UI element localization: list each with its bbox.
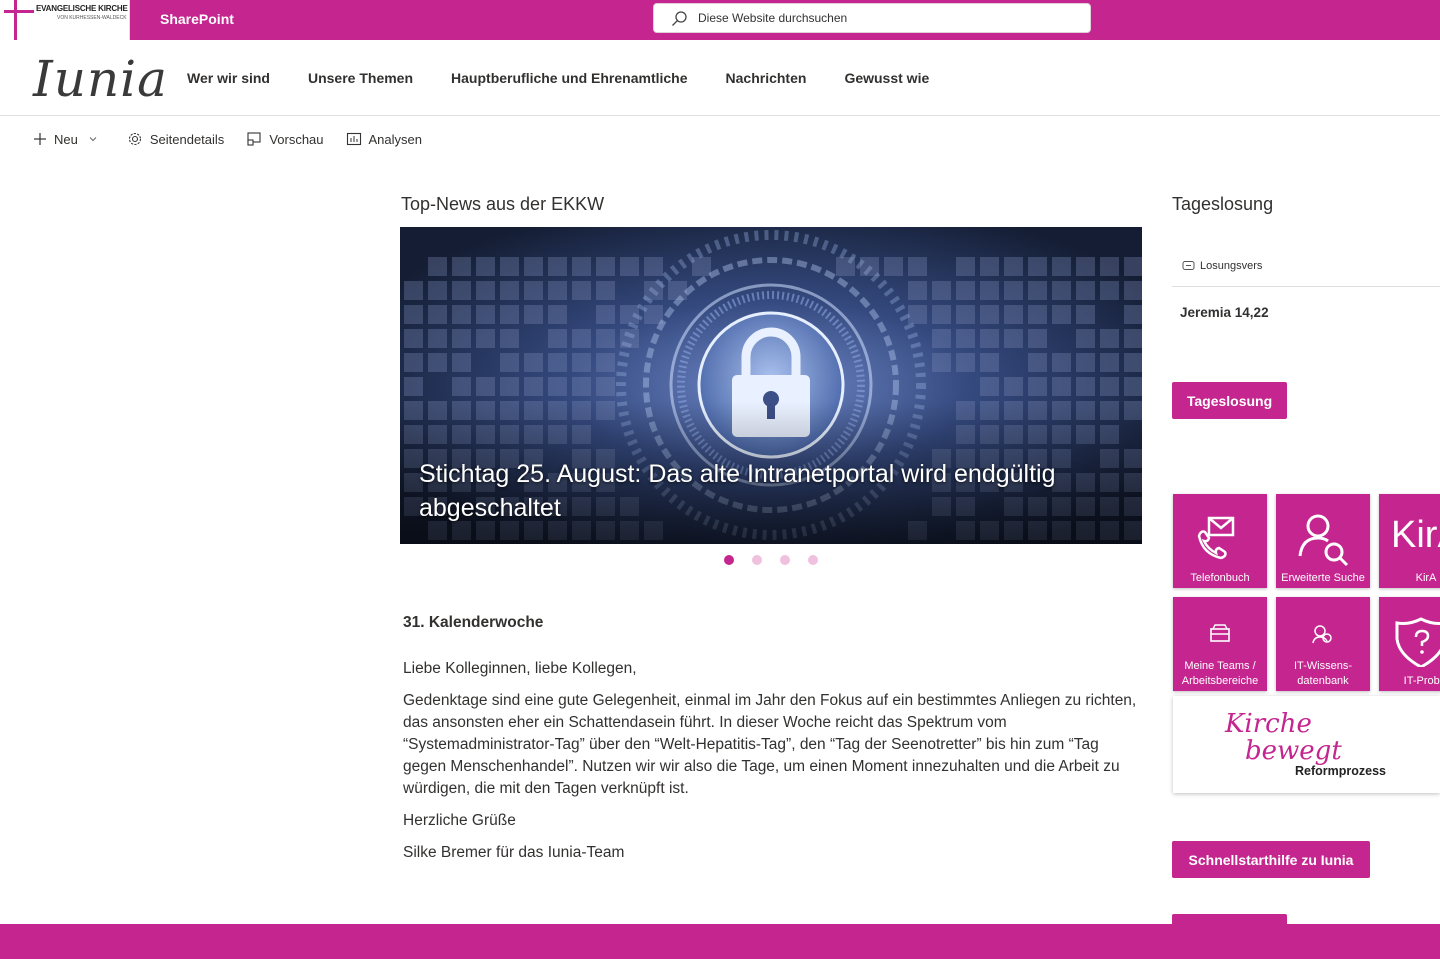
week-heading: 31. Kalenderwoche [403, 614, 544, 631]
tile-telefonbuch[interactable]: Telefonbuch [1173, 494, 1267, 588]
command-bar: Neu Seitendetails Vorschau Analysen [33, 128, 444, 150]
new-label: Neu [54, 131, 78, 147]
knowledge-icon [1312, 625, 1332, 644]
carousel-dot-2[interactable] [752, 555, 762, 565]
plus-icon [34, 133, 46, 145]
site-header: Iunia Wer wir sind Unsere Themen Hauptbe… [0, 40, 1440, 116]
nav-item-unsere-themen[interactable]: Unsere Themen [308, 70, 413, 86]
site-logo[interactable]: Iunia [33, 50, 168, 108]
search-icon [672, 11, 687, 26]
tile-kira[interactable]: KirA KirA [1379, 494, 1440, 588]
closing-text: Herzliche Grüße [403, 812, 516, 829]
body-text: Gedenktage sind eine gute Gelegenheit, e… [403, 692, 1137, 797]
page-details-button[interactable]: Seitendetails [127, 131, 224, 147]
kira-logo-text: KirA [1391, 514, 1440, 556]
reform-process-banner[interactable]: Kirche bewegt Reformprozess [1173, 696, 1440, 793]
tile-kira-label: KirA [1415, 572, 1437, 584]
tile-telefonbuch-label: Telefonbuch [1190, 572, 1250, 584]
carousel-dot-4[interactable] [808, 555, 818, 565]
verse-label-row: Losungsvers [1172, 245, 1440, 287]
news-carousel-slide[interactable]: Stichtag 25. August: Das alte Intranetpo… [400, 227, 1142, 544]
carousel-dot-3[interactable] [780, 555, 790, 565]
org-logo-line1: EVANGELISCHE KIRCHE [36, 4, 128, 13]
footer-bar [0, 924, 1440, 959]
speech-bubble-icon [1182, 260, 1195, 270]
reform-process-label: Reformprozess [1295, 764, 1386, 778]
tile-meine-teams-label: Meine Teams / Arbeitsbereiche [1181, 660, 1259, 687]
bewegt-script-text: bewegt [1245, 736, 1342, 766]
quickstart-button[interactable]: Schnellstarthilfe zu Iunia [1172, 841, 1370, 878]
chevron-down-icon [89, 137, 97, 142]
nav-item-hauptberufliche[interactable]: Hauptberufliche und Ehrenamtliche [451, 70, 687, 86]
person-search-icon [1298, 514, 1349, 567]
preview-label: Vorschau [269, 131, 324, 147]
carousel-dot-1[interactable] [724, 555, 734, 565]
daily-verse-title: Tageslosung [1172, 194, 1274, 214]
org-logo[interactable]: EVANGELISCHE KIRCHE VON KURHESSEN-WALDEC… [0, 0, 130, 40]
tile-erweiterte-suche[interactable]: Erweiterte Suche [1276, 494, 1370, 588]
cross-logo-bar [4, 10, 34, 13]
org-logo-line2: VON KURHESSEN-WALDECK [57, 15, 127, 21]
suite-bar: EVANGELISCHE KIRCHE VON KURHESSEN-WALDEC… [0, 0, 1440, 40]
search-box[interactable] [653, 3, 1091, 33]
preview-icon [247, 132, 261, 146]
daily-verse-card: Losungsvers Jeremia 14,22 [1172, 245, 1440, 320]
news-section-title: Top-News aus der EKKW [401, 194, 605, 214]
nav-item-wer-wir-sind[interactable]: Wer wir sind [187, 70, 270, 86]
tile-erweiterte-suche-label: Erweiterte Suche [1281, 572, 1365, 584]
new-button[interactable]: Neu [33, 132, 105, 147]
tile-it-wissensdatenbank[interactable]: IT-Wissens-datenbank [1276, 597, 1370, 691]
nav-item-nachrichten[interactable]: Nachrichten [726, 70, 807, 86]
shield-question-icon [1395, 617, 1440, 667]
page-details-label: Seitendetails [149, 131, 225, 147]
top-navigation: Wer wir sind Unsere Themen Hauptberuflic… [187, 40, 967, 116]
daily-verse-button[interactable]: Tageslosung [1172, 382, 1287, 419]
greeting-text: Liebe Kolleginnen, liebe Kollegen, [403, 660, 637, 677]
verse-label: Losungsvers [1200, 259, 1263, 272]
teams-icon [1210, 624, 1230, 642]
nav-item-gewusst-wie[interactable]: Gewusst wie [844, 70, 929, 86]
sharepoint-label[interactable]: SharePoint [160, 11, 234, 27]
preview-button[interactable]: Vorschau [246, 131, 324, 147]
verse-reference: Jeremia 14,22 [1180, 305, 1269, 320]
search-input[interactable] [698, 4, 1078, 32]
cross-logo-icon [14, 0, 17, 40]
tile-it-wissensdatenbank-label: IT-Wissens-datenbank [1293, 660, 1353, 687]
analytics-icon [346, 132, 361, 146]
gear-icon [128, 132, 141, 146]
phone-mail-icon [1197, 516, 1235, 560]
news-hero-title[interactable]: Stichtag 25. August: Das alte Intranetpo… [419, 457, 1099, 525]
kirche-script-text: Kirche [1225, 709, 1312, 739]
analytics-button[interactable]: Analysen [346, 131, 422, 147]
tile-it-probleme[interactable]: IT-Proble [1379, 597, 1440, 691]
signature-text: Silke Bremer für das Iunia-Team [403, 844, 625, 861]
weekly-text: 31. Kalenderwoche Liebe Kolleginnen, lie… [403, 612, 1143, 874]
tile-it-probleme-label: IT-Proble [1403, 675, 1440, 687]
carousel-pager [724, 555, 836, 565]
tile-meine-teams[interactable]: Meine Teams / Arbeitsbereiche [1173, 597, 1267, 691]
analytics-label: Analysen [368, 131, 422, 147]
